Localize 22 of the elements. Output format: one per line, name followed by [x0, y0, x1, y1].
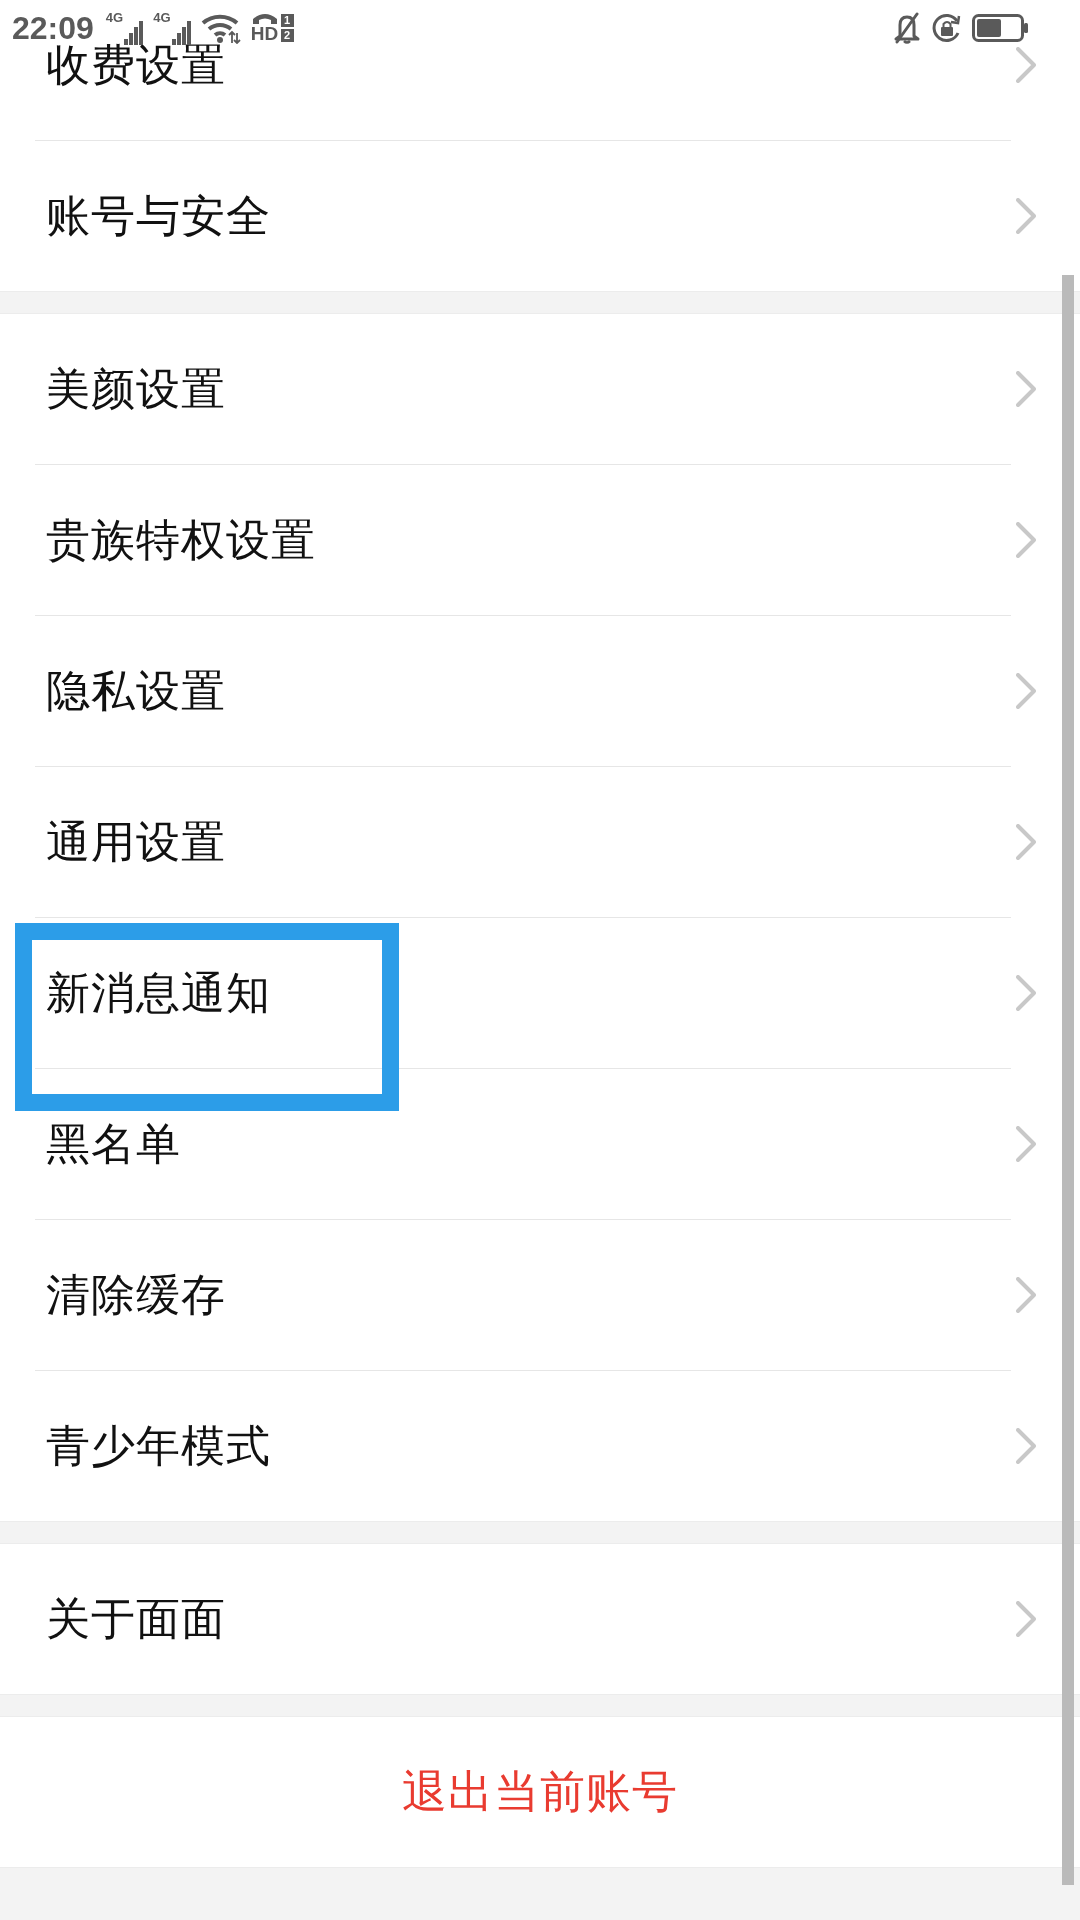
signal-icon	[171, 21, 191, 45]
wifi-icon	[200, 12, 241, 44]
bell-off-icon	[892, 12, 922, 44]
chevron-right-icon	[1016, 1601, 1036, 1637]
rotation-lock-icon	[932, 13, 962, 43]
chevron-right-icon	[1016, 673, 1036, 709]
signal-icon	[124, 21, 144, 45]
chevron-right-icon	[1016, 975, 1036, 1011]
chevron-right-icon	[1016, 1428, 1036, 1464]
chevron-right-icon	[1016, 522, 1036, 558]
chevron-right-icon	[1016, 47, 1036, 83]
network-type-label: 4G	[105, 11, 124, 24]
network-type-label: 4G	[153, 11, 171, 24]
hd-call-label: HD	[250, 25, 279, 43]
chevron-right-icon	[1016, 371, 1036, 407]
chevron-right-icon	[1016, 198, 1036, 234]
chevron-right-icon	[1016, 1126, 1036, 1162]
chevron-right-icon	[1016, 1277, 1036, 1313]
chevron-right-icon	[1016, 824, 1036, 860]
phone-handset-icon	[250, 13, 279, 25]
status-time: 22:09	[12, 9, 94, 46]
battery-icon	[972, 14, 1029, 42]
